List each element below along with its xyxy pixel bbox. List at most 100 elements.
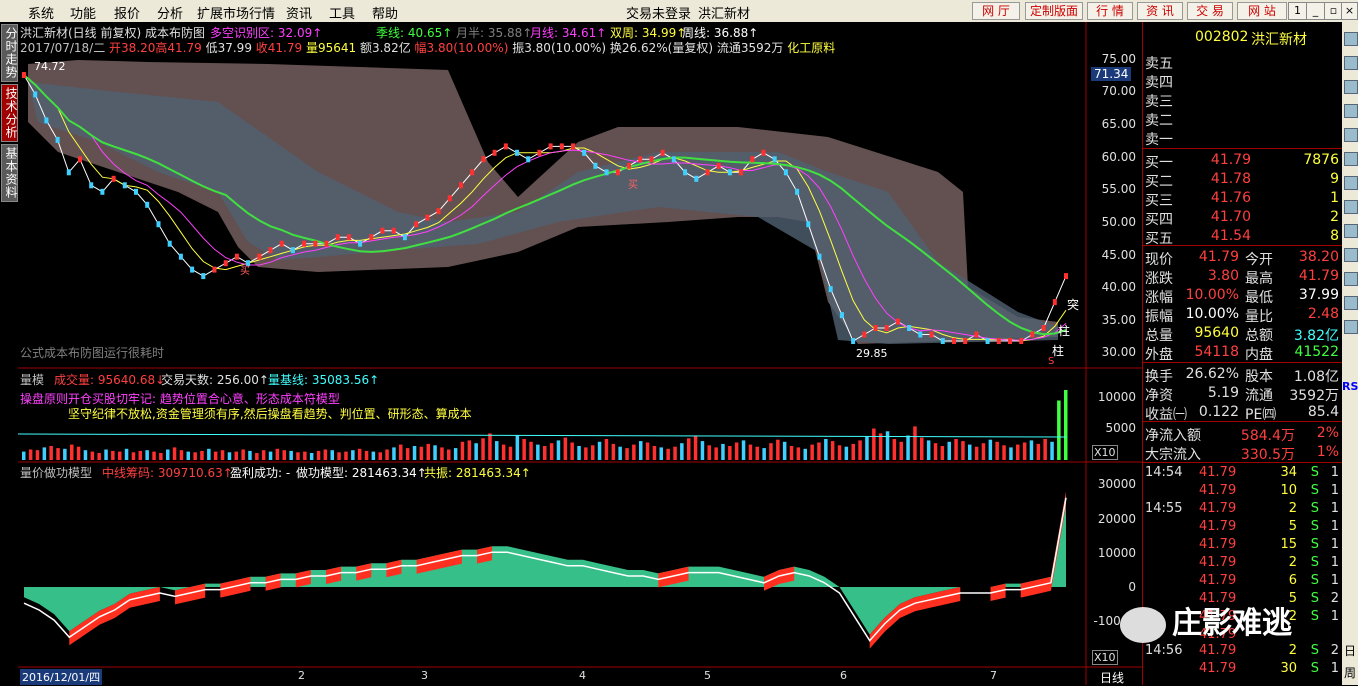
candle [952, 338, 956, 344]
market-button[interactable]: 行 情 [1087, 2, 1133, 20]
candle [1019, 338, 1024, 344]
info-pct: 幅3.80(10.00%) [414, 41, 509, 55]
custom-layout-button[interactable]: 定制版面 [1025, 2, 1083, 20]
volume-bar [899, 441, 903, 460]
chart-canvas[interactable] [18, 22, 1142, 685]
x-label-6: 6 [840, 669, 847, 682]
tick-direction: S [1310, 555, 1319, 570]
volume-bar [357, 448, 362, 460]
candle [660, 149, 665, 156]
toolbar-icon-5[interactable] [1344, 128, 1358, 142]
model-y-10000: 10000 [1097, 546, 1136, 560]
watermark: 庄影难逃 [1120, 598, 1292, 643]
stat-label: 外盘 [1145, 347, 1173, 363]
volume-bar [549, 443, 554, 460]
volume-bar [721, 443, 725, 460]
bid-volume: 7876 [1303, 152, 1339, 168]
candle [302, 240, 307, 247]
tick-count: 1 [1330, 609, 1339, 624]
menu-system[interactable]: 系统 [28, 3, 54, 22]
bid-label: 买三 [1145, 193, 1173, 209]
formula-note: 公式成本布防图运行很耗时 [20, 346, 165, 360]
tick-count: 1 [1330, 537, 1339, 552]
model-panel-title: 量价做功模型 [20, 466, 93, 480]
volume-bar [501, 444, 506, 460]
volume-bar [248, 450, 252, 460]
info-close: 收41.79 [255, 41, 303, 55]
toolbar-icon-10[interactable] [1344, 248, 1358, 262]
volume-bar [111, 450, 115, 460]
candle [425, 214, 430, 221]
menu-function[interactable]: 功能 [70, 3, 96, 22]
window-one-button[interactable]: 1 [1288, 2, 1307, 20]
candle [447, 195, 452, 202]
menu-info[interactable]: 资讯 [286, 3, 312, 22]
menu-extended-market[interactable]: 扩展市场行情 [197, 3, 275, 22]
left-tab-strip: 分时走势 技术分析 基本资料 [0, 22, 18, 685]
volume-bar [961, 441, 965, 460]
toolbar-icon-9[interactable] [1344, 224, 1358, 238]
info-amp: 振3.80(10.00%) [512, 41, 607, 55]
tick-time: 14:56 [1145, 643, 1183, 658]
tab-technical[interactable]: 技术分析 [1, 84, 18, 142]
news-button[interactable]: 资 讯 [1137, 2, 1183, 20]
tick-volume: 30 [1280, 661, 1297, 676]
menu-tools[interactable]: 工具 [329, 3, 355, 22]
tool-icon-strip: RS 日 周 [1342, 22, 1358, 685]
toolbar-icon-4[interactable] [1344, 104, 1358, 118]
toolbar-icon-3[interactable] [1344, 80, 1358, 94]
volume-bar [529, 441, 533, 460]
candle [582, 149, 587, 156]
trade-button[interactable]: 交 易 [1187, 2, 1233, 20]
candle [201, 273, 206, 280]
toolbar-icon-1[interactable] [1344, 32, 1358, 46]
tick-price: 41.79 [1199, 661, 1237, 676]
fund-value: 5.19 [1207, 385, 1239, 401]
volume-bar [255, 453, 259, 460]
volume-bar [988, 439, 993, 460]
stat-label: 涨幅 [1145, 290, 1173, 306]
volume-bar [954, 439, 958, 460]
info-low: 低37.99 [205, 41, 252, 55]
volume-bar [227, 452, 232, 460]
fund-label: 净资 [1145, 388, 1173, 404]
candle [335, 234, 340, 241]
tick-row: 41.79 10 S 1 [1145, 482, 1341, 501]
tick-direction: S [1310, 519, 1319, 534]
volume-bar [611, 443, 616, 460]
volume-bar [741, 440, 746, 460]
volume-bar [131, 452, 136, 460]
period-label[interactable]: 日线 [1100, 669, 1124, 686]
stock-code: 002802 [1195, 29, 1249, 45]
login-status: 交易未登录 [626, 7, 692, 22]
tick-volume: 2 [1288, 643, 1297, 658]
volume-bar [28, 449, 33, 460]
candle [492, 149, 497, 156]
tab-fundamentals[interactable]: 基本资料 [1, 144, 18, 202]
toolbar-icon-8[interactable] [1344, 200, 1358, 214]
toolbar-icon-13[interactable] [1344, 320, 1358, 334]
chart-area[interactable]: 洪汇新材(日线 前复权) 成本布防图 多空识别区: 32.09↑ 季线: 40.… [18, 22, 1142, 685]
candle [134, 188, 138, 195]
toolbar-icon-12[interactable] [1344, 296, 1358, 310]
stat-label: 涨跌 [1145, 271, 1173, 287]
hall-button[interactable]: 网 厅 [972, 2, 1020, 20]
menu-quote[interactable]: 报价 [114, 3, 140, 22]
menu-help[interactable]: 帮助 [372, 3, 398, 22]
tick-count: 2 [1330, 591, 1339, 606]
menu-analysis[interactable]: 分析 [157, 3, 183, 22]
quote-panel: 002802 洪汇新材 卖五 卖四 卖三 卖二 卖一 买一 41.79 7876 买二 41.78… [1142, 22, 1343, 685]
minimize-button[interactable]: _ [1306, 2, 1325, 20]
close-button[interactable]: × [1341, 2, 1358, 20]
toolbar-icon-11[interactable] [1344, 272, 1358, 286]
tab-intraday[interactable]: 分时走势 [1, 24, 18, 82]
toolbar-icon-6[interactable] [1344, 152, 1358, 166]
toolbar-icon-7[interactable] [1344, 176, 1358, 190]
volume-bar [796, 447, 801, 460]
strip-week[interactable]: 周 [1344, 664, 1356, 681]
strip-day[interactable]: 日 [1344, 642, 1356, 659]
website-button[interactable]: 网 站 [1237, 2, 1287, 20]
toolbar-icon-2[interactable] [1344, 56, 1358, 70]
rs-label[interactable]: RS [1342, 380, 1358, 393]
volume-bar [63, 448, 67, 460]
